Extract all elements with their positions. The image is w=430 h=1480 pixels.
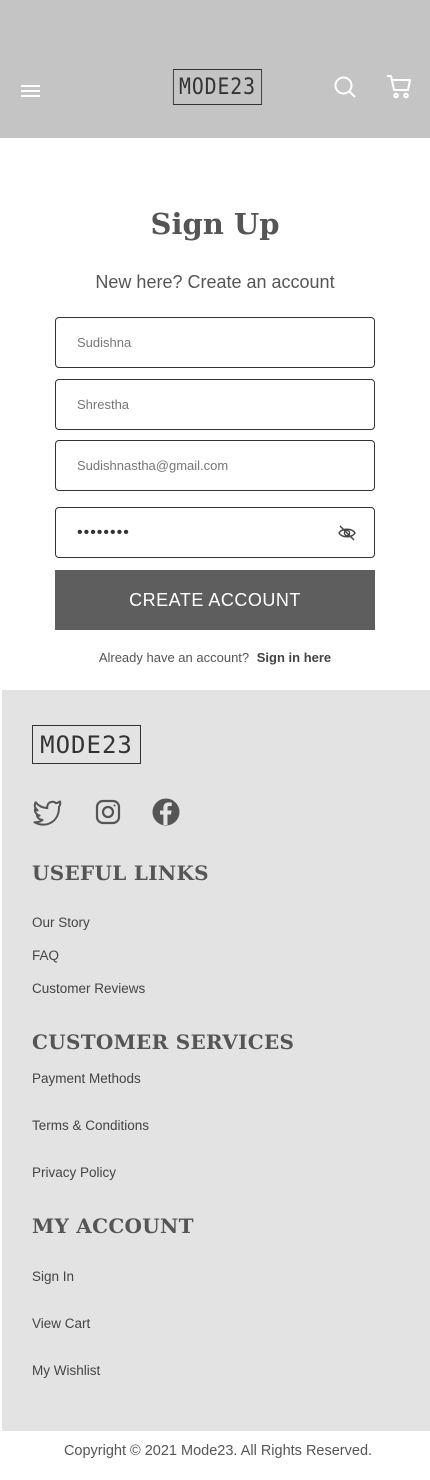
sign-in-prompt: Already have an account? Sign in here [0,650,430,665]
password-field[interactable] [55,507,375,558]
hide-password-icon[interactable] [337,523,357,543]
first-name-field[interactable] [55,317,375,368]
useful-links-heading: USEFUL LINKS [32,861,209,885]
terms-conditions-link[interactable]: Terms & Conditions [32,1118,149,1133]
our-story-link[interactable]: Our Story [32,915,90,930]
already-have-account-text: Already have an account? [98,650,250,665]
customer-reviews-link[interactable]: Customer Reviews [32,981,145,996]
copyright-text: Copyright © 2021 Mode23. All Rights Rese… [63,1443,373,1459]
hamburger-menu-icon[interactable] [21,85,41,101]
cart-icon[interactable] [386,74,412,100]
page-title: Sign Up [150,207,280,241]
privacy-policy-link[interactable]: Privacy Policy [32,1165,116,1180]
email-field[interactable] [55,440,375,491]
page-subtitle: New here? Create an account [95,272,335,292]
faq-link[interactable]: FAQ [32,948,59,963]
create-account-button[interactable]: CREATE ACCOUNT [55,570,375,630]
customer-services-heading: CUSTOMER SERVICES [32,1030,295,1054]
top-header: MODE23 [0,0,430,138]
instagram-icon[interactable] [93,797,123,827]
footer-logo[interactable]: MODE23 [32,725,141,764]
view-cart-link[interactable]: View Cart [32,1316,90,1331]
twitter-icon[interactable] [32,797,62,827]
facebook-icon[interactable] [151,797,181,827]
header-logo[interactable]: MODE23 [172,69,263,105]
my-account-heading: MY ACCOUNT [32,1214,194,1238]
search-icon[interactable] [333,75,357,99]
footer: MODE23 USEFUL LINKS Our Story FAQ Custom… [2,690,430,1431]
last-name-field[interactable] [55,379,375,430]
sign-in-link[interactable]: Sign in here [257,650,331,665]
sign-in-footer-link[interactable]: Sign In [32,1269,74,1284]
my-wishlist-link[interactable]: My Wishlist [32,1363,100,1378]
payment-methods-link[interactable]: Payment Methods [32,1071,141,1086]
